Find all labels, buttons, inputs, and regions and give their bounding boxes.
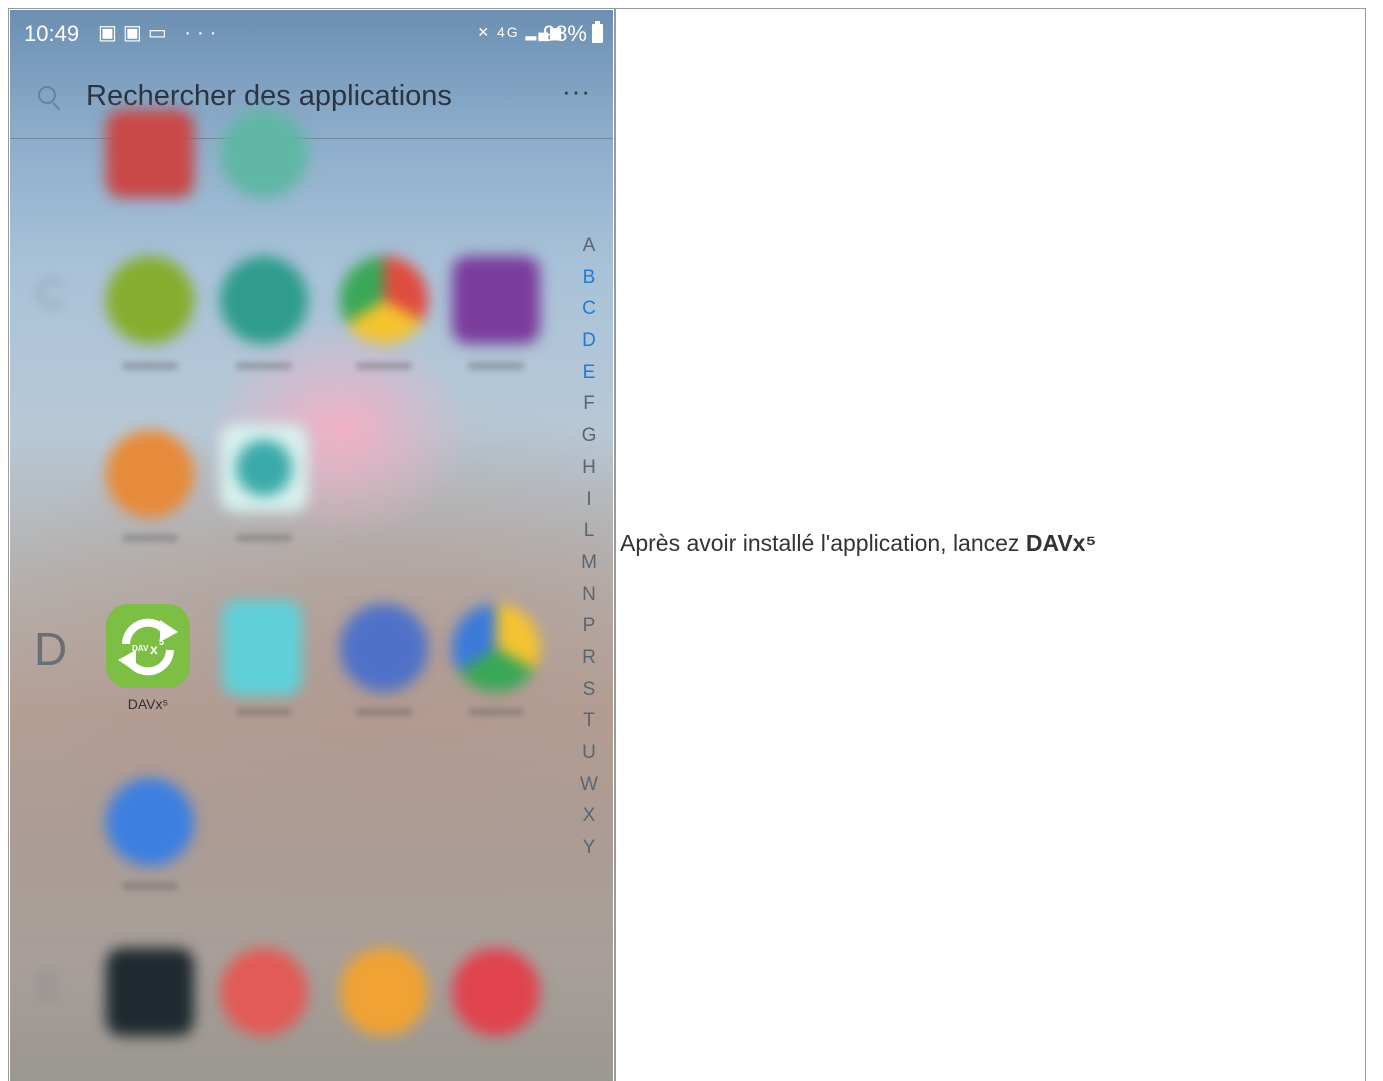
chrome-icon[interactable] <box>340 256 428 344</box>
status-time: 10:49 <box>24 21 80 46</box>
caption-app-name: DAVx⁵ <box>1025 530 1097 556</box>
index-letter-d[interactable]: D <box>576 325 602 357</box>
notification-icons: ▣▣▭ ··· <box>98 20 222 45</box>
blurred-app-icon[interactable] <box>452 256 540 344</box>
svg-text:DAV: DAV <box>132 644 149 653</box>
status-bar: 10:49 ▣▣▭ ··· ✕ 4G ▂▄▆ 98% <box>10 10 613 58</box>
battery-percent: 98% <box>542 21 587 46</box>
blurred-app-icon[interactable] <box>220 110 308 198</box>
instruction-caption: Après avoir installé l'application, lanc… <box>620 530 1096 557</box>
blurred-app-icon[interactable] <box>106 948 194 1036</box>
more-notifications-icon: ··· <box>184 22 223 44</box>
blurred-app-icon[interactable] <box>220 256 308 344</box>
blurred-app-icon[interactable] <box>106 778 194 866</box>
sync-arrows-icon: DAV x 5 <box>118 618 178 676</box>
svg-text:5: 5 <box>159 637 164 647</box>
app-label-blur <box>356 708 412 716</box>
index-letter-c[interactable]: C <box>576 293 602 325</box>
blurred-app-icon[interactable] <box>452 948 540 1036</box>
blurred-app-icon[interactable] <box>106 430 194 518</box>
image-icon: ▣ <box>98 22 123 44</box>
index-letter-r[interactable]: R <box>576 642 602 674</box>
gallery-icon: ▣ <box>122 22 148 44</box>
index-letter-u[interactable]: U <box>576 737 602 769</box>
index-letter-s[interactable]: S <box>576 674 602 706</box>
blurred-app-icon[interactable] <box>220 948 308 1036</box>
blurred-app-icon[interactable] <box>106 110 194 198</box>
message-icon: ▭ <box>147 22 173 44</box>
search-placeholder[interactable]: Rechercher des applications <box>86 80 452 113</box>
caption-text: Après avoir installé l'application, lanc… <box>620 530 1026 556</box>
index-letter-i[interactable]: I <box>576 484 602 516</box>
index-letter-y[interactable]: Y <box>576 832 602 864</box>
index-letter-p[interactable]: P <box>576 610 602 642</box>
network-type: 4G <box>496 24 520 40</box>
app-label-blur <box>236 534 292 542</box>
index-letter-h[interactable]: H <box>576 452 602 484</box>
search-icon <box>38 86 56 104</box>
index-letter-w[interactable]: W <box>576 769 602 801</box>
index-letter-f[interactable]: F <box>576 388 602 420</box>
section-letter: D <box>34 623 68 675</box>
blurred-app-icon[interactable] <box>106 256 194 344</box>
google-drive-icon[interactable] <box>452 604 540 692</box>
more-options-icon[interactable]: ··· <box>562 76 591 107</box>
index-letter-t[interactable]: T <box>576 705 602 737</box>
blurred-section-letter: E <box>36 964 63 1008</box>
index-letter-e[interactable]: E <box>576 357 602 389</box>
blurred-section-letter: C <box>36 272 65 316</box>
svg-text:x: x <box>150 641 158 657</box>
app-label-blur <box>122 882 178 890</box>
index-letter-l[interactable]: L <box>576 515 602 547</box>
app-search-bar[interactable]: Rechercher des applications ··· <box>10 62 613 139</box>
app-label-blur <box>468 362 524 370</box>
davx5-app-icon[interactable]: DAV x 5 <box>106 604 190 688</box>
index-letter-a[interactable]: A <box>576 230 602 262</box>
app-label-blur <box>122 534 178 542</box>
index-letter-x[interactable]: X <box>576 800 602 832</box>
app-label-blur <box>236 708 292 716</box>
mute-icon: ✕ <box>477 24 492 40</box>
index-letter-b[interactable]: B <box>576 262 602 294</box>
app-label-blur <box>356 362 412 370</box>
index-letter-n[interactable]: N <box>576 579 602 611</box>
blurred-app-icon[interactable] <box>236 440 292 496</box>
blurred-app-icon[interactable] <box>222 600 302 696</box>
app-label-blur <box>468 708 524 716</box>
alphabet-index[interactable]: ABCDEFGHILMNPRSTUWXY <box>576 230 602 864</box>
index-letter-m[interactable]: M <box>576 547 602 579</box>
app-label-blur <box>236 362 292 370</box>
davx5-app-label: DAVx⁵ <box>127 696 169 712</box>
blurred-app-icon[interactable] <box>340 604 428 692</box>
battery-icon <box>592 21 603 43</box>
blurred-app-icon[interactable] <box>340 948 428 1036</box>
table-column-divider <box>614 8 616 1081</box>
phone-screenshot: 10:49 ▣▣▭ ··· ✕ 4G ▂▄▆ 98% Rechercher de… <box>10 10 613 1081</box>
index-letter-g[interactable]: G <box>576 420 602 452</box>
app-label-blur <box>122 362 178 370</box>
